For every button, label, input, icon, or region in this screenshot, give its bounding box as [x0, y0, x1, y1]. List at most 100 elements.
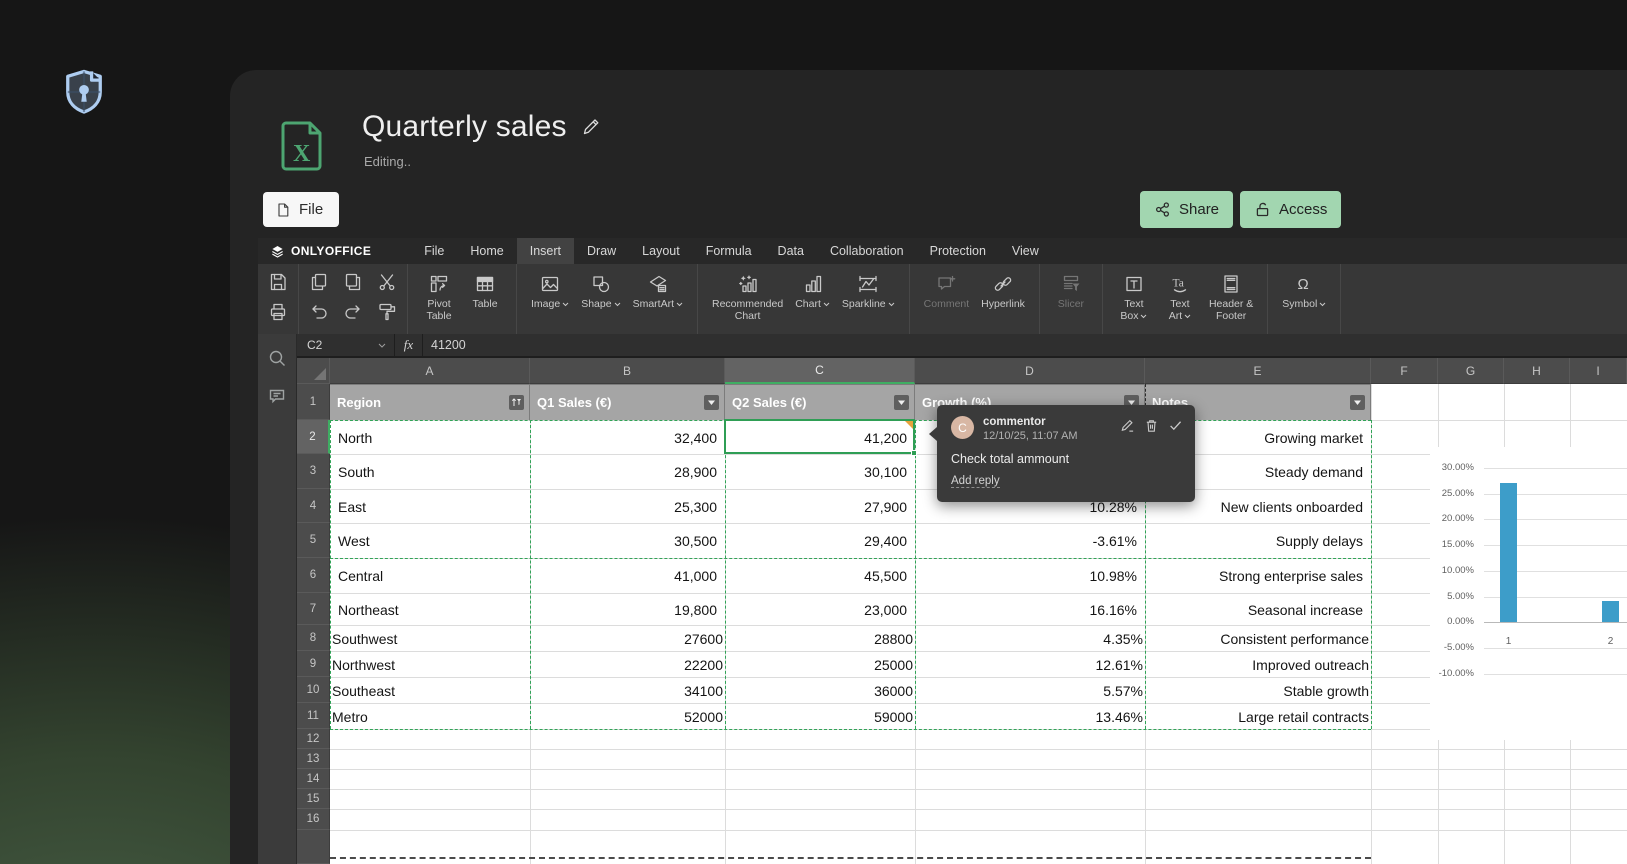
column-header-H[interactable]: H [1504, 358, 1570, 384]
cell-region-row4[interactable]: East [330, 490, 530, 523]
table-header-region[interactable]: Region [330, 384, 530, 420]
cell-q2-row3[interactable]: 30,100 [725, 455, 915, 489]
cell-growth-row5[interactable]: -3.61% [915, 524, 1145, 558]
symbol-button[interactable]: ΩSymbol [1276, 270, 1332, 311]
fx-icon[interactable]: fx [395, 334, 423, 356]
cell-q2-row6[interactable]: 45,500 [725, 559, 915, 593]
search-icon[interactable] [267, 348, 287, 368]
tab-formula[interactable]: Formula [693, 238, 765, 264]
rename-icon[interactable] [581, 117, 601, 137]
recommended-chart-button[interactable]: RecommendedChart [706, 270, 789, 322]
table-button[interactable]: Table [462, 270, 508, 311]
cell-region-row3[interactable]: South [330, 455, 530, 489]
shape-button[interactable]: Shape [575, 270, 626, 311]
share-button[interactable]: Share [1140, 191, 1233, 228]
tab-protection[interactable]: Protection [917, 238, 999, 264]
pivot-table-button[interactable]: PivotTable [416, 270, 462, 322]
save-icon[interactable] [266, 270, 290, 294]
chart-bar[interactable] [1602, 601, 1619, 622]
text-box-button[interactable]: TextBox [1111, 270, 1157, 322]
undo-icon[interactable] [307, 300, 331, 324]
row-header-11[interactable]: 11 [297, 703, 330, 729]
cell-notes-row11[interactable]: Large retail contracts [1145, 704, 1371, 729]
cell-q1-row8[interactable]: 27600 [530, 626, 725, 651]
row-header-12[interactable]: 12 [297, 729, 330, 749]
resolve-comment-icon[interactable] [1168, 418, 1183, 433]
cell-region-row6[interactable]: Central [330, 559, 530, 593]
column-header-C[interactable]: C [725, 358, 915, 384]
sparkline-button[interactable]: Sparkline [836, 270, 901, 311]
cell-q1-row6[interactable]: 41,000 [530, 559, 725, 593]
cell-growth-row8[interactable]: 4.35% [915, 626, 1145, 651]
access-button[interactable]: Access [1240, 191, 1341, 228]
cell-notes-row6[interactable]: Strong enterprise sales [1145, 559, 1371, 593]
spreadsheet-grid[interactable]: 30.00%25.00%20.00%15.00%10.00%5.00%0.00%… [297, 358, 1627, 864]
image-button[interactable]: Image [525, 270, 575, 311]
row-header-8[interactable]: 8 [297, 625, 330, 651]
format-painter-icon[interactable] [375, 300, 399, 324]
cell-q1-row4[interactable]: 25,300 [530, 490, 725, 523]
cell-q2-row2[interactable]: 41,200 [725, 421, 915, 454]
cell-q1-row10[interactable]: 34100 [530, 678, 725, 703]
chart-button[interactable]: Chart [789, 270, 836, 311]
column-header-E[interactable]: E [1145, 358, 1371, 384]
sort-filter-button[interactable] [509, 395, 524, 410]
filter-button[interactable] [1350, 395, 1365, 410]
cell-q1-row2[interactable]: 32,400 [530, 421, 725, 454]
header-footer-button[interactable]: Header &Footer [1203, 270, 1259, 322]
cell-q1-row9[interactable]: 22200 [530, 652, 725, 677]
cell-notes-row9[interactable]: Improved outreach [1145, 652, 1371, 677]
column-header-A[interactable]: A [330, 358, 530, 384]
smartart-button[interactable]: SmartArt [627, 270, 689, 311]
cell-notes-row7[interactable]: Seasonal increase [1145, 594, 1371, 625]
tab-draw[interactable]: Draw [574, 238, 629, 264]
cell-q2-row5[interactable]: 29,400 [725, 524, 915, 558]
cell-growth-row7[interactable]: 16.16% [915, 594, 1145, 625]
row-header-2[interactable]: 2 [297, 420, 330, 454]
tab-home[interactable]: Home [457, 238, 516, 264]
redo-icon[interactable] [341, 300, 365, 324]
row-header-13[interactable]: 13 [297, 749, 330, 769]
row-header-15[interactable]: 15 [297, 789, 330, 809]
file-button[interactable]: File [263, 192, 339, 227]
cut-icon[interactable] [375, 270, 399, 294]
row-header-1[interactable]: 1 [297, 384, 330, 420]
cell-region-row5[interactable]: West [330, 524, 530, 558]
cell-growth-row10[interactable]: 5.57% [915, 678, 1145, 703]
cell-growth-row6[interactable]: 10.98% [915, 559, 1145, 593]
row-header-7[interactable]: 7 [297, 593, 330, 625]
cell-q1-row5[interactable]: 30,500 [530, 524, 725, 558]
row-header-10[interactable]: 10 [297, 677, 330, 703]
row-header-16[interactable]: 16 [297, 809, 330, 830]
cell-growth-row9[interactable]: 12.61% [915, 652, 1145, 677]
add-reply-link[interactable]: Add reply [951, 475, 1000, 488]
select-all-corner[interactable] [297, 358, 330, 384]
tab-data[interactable]: Data [765, 238, 817, 264]
column-header-F[interactable]: F [1371, 358, 1438, 384]
cell-q2-row7[interactable]: 23,000 [725, 594, 915, 625]
cell-q2-row4[interactable]: 27,900 [725, 490, 915, 523]
row-header-6[interactable]: 6 [297, 558, 330, 593]
column-header-I[interactable]: I [1570, 358, 1627, 384]
tab-file[interactable]: File [411, 238, 457, 264]
column-header-G[interactable]: G [1438, 358, 1504, 384]
row-header-3[interactable]: 3 [297, 454, 330, 489]
tab-layout[interactable]: Layout [629, 238, 693, 264]
cell-q2-row10[interactable]: 36000 [725, 678, 915, 703]
cell-region-row10[interactable]: Southeast [330, 678, 530, 703]
cell-region-row7[interactable]: Northeast [330, 594, 530, 625]
cell-q1-row11[interactable]: 52000 [530, 704, 725, 729]
cell-region-row11[interactable]: Metro [330, 704, 530, 729]
filter-button[interactable] [704, 395, 719, 410]
embedded-chart[interactable]: 30.00%25.00%20.00%15.00%10.00%5.00%0.00%… [1430, 447, 1627, 740]
row-header-4[interactable]: 4 [297, 489, 330, 523]
name-box[interactable]: C2 [297, 334, 395, 356]
row-header-9[interactable]: 9 [297, 651, 330, 677]
cell-region-row8[interactable]: Southwest [330, 626, 530, 651]
cell-q2-row11[interactable]: 59000 [725, 704, 915, 729]
cell-notes-row5[interactable]: Supply delays [1145, 524, 1371, 558]
copy-icon[interactable] [307, 270, 331, 294]
cell-q2-row9[interactable]: 25000 [725, 652, 915, 677]
column-header-D[interactable]: D [915, 358, 1145, 384]
table-header-q2-sales-[interactable]: Q2 Sales (€) [725, 384, 915, 420]
